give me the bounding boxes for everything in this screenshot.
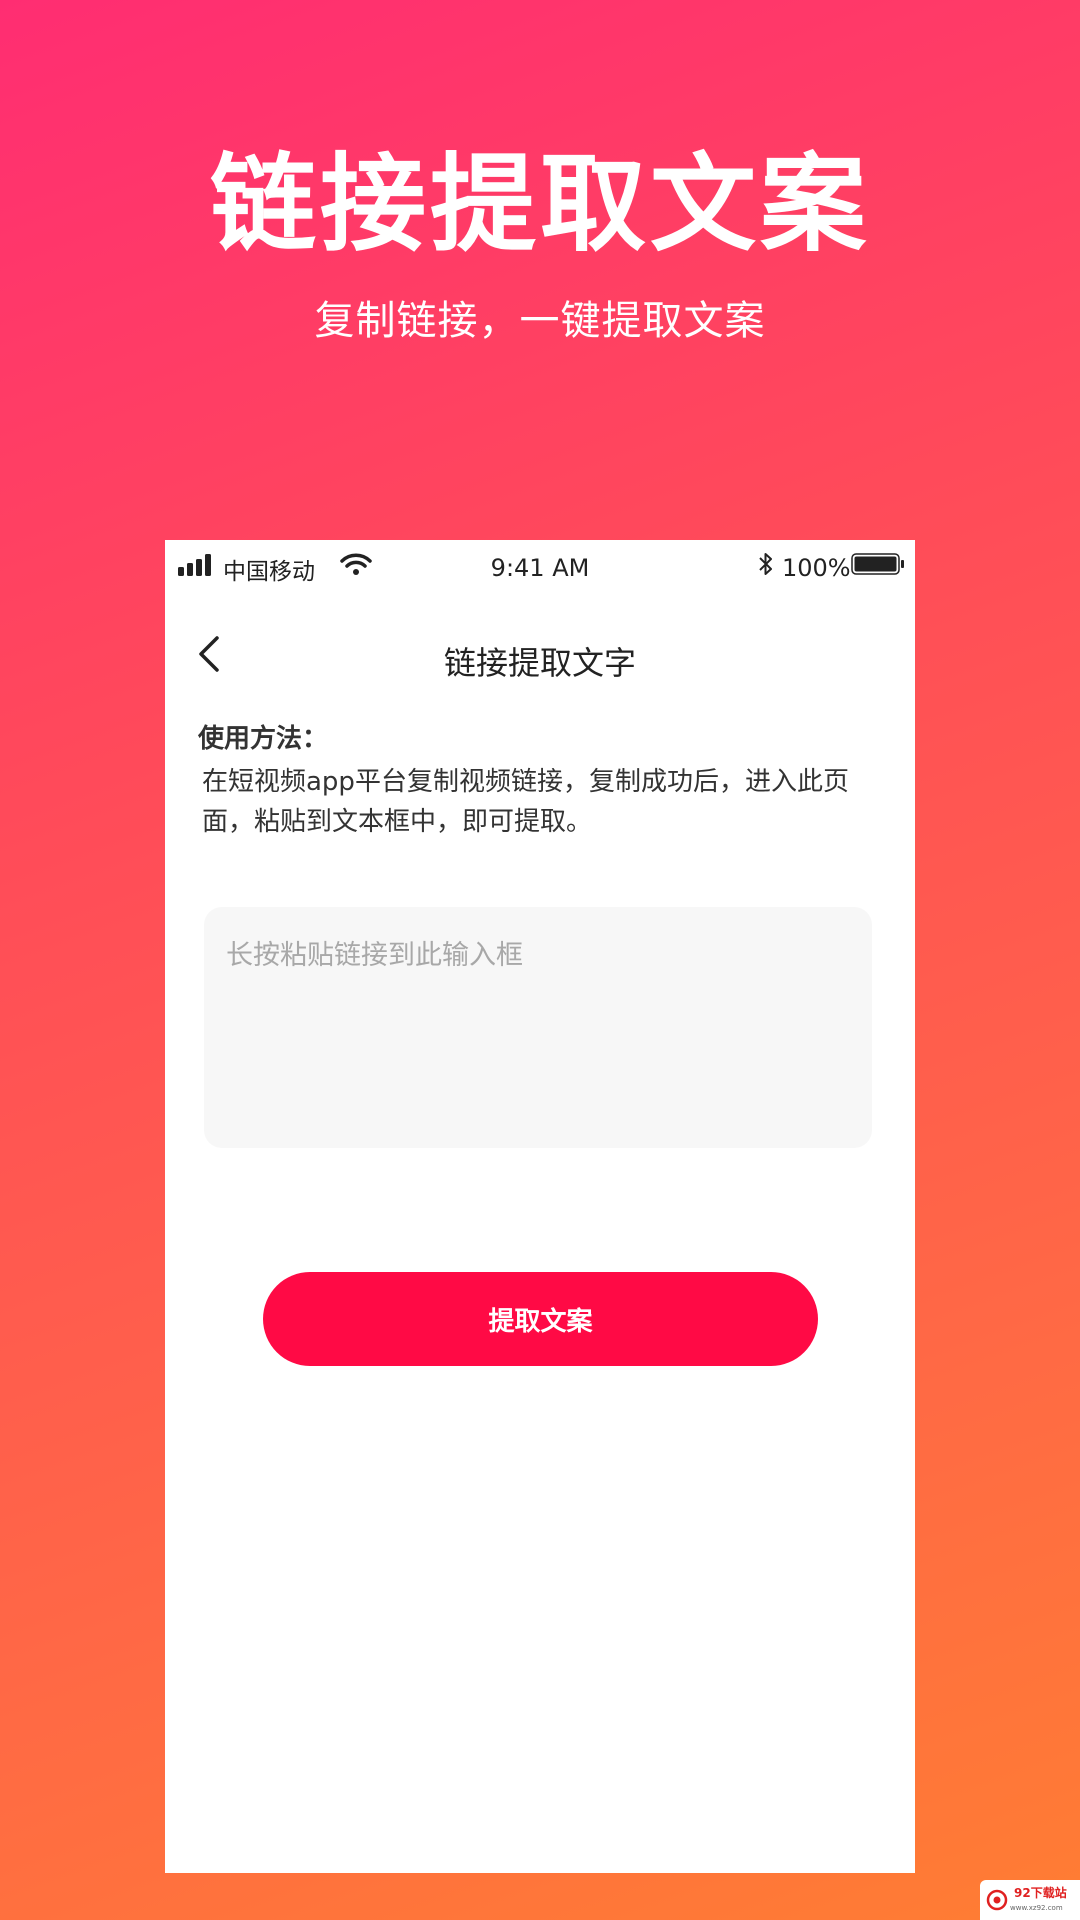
promo-subtitle: 复制链接，一键提取文案 — [314, 298, 766, 344]
page-title: 链接提取文字 — [443, 644, 636, 682]
battery-icon — [851, 553, 904, 575]
extract-button[interactable]: 提取文案 — [263, 1272, 818, 1366]
bluetooth-icon — [759, 553, 772, 575]
watermark-name: 92下载站 — [1014, 1886, 1067, 1900]
link-input[interactable] — [204, 907, 872, 1148]
instructions-label: 使用方法： — [198, 724, 329, 754]
promo-title: 链接提取文案 — [210, 143, 870, 266]
watermark-logo-icon — [986, 1889, 1008, 1911]
nav-bar: 链接提取文字 — [165, 600, 915, 700]
instructions-text: 在短视频app平台复制视频链接，复制成功后，进入此页面，粘贴到文本框中，即可提取… — [202, 767, 849, 837]
watermark: 92下载站 www.xz92.com — [980, 1880, 1080, 1920]
status-bar: 中国移动 9:41 AM 100% — [165, 540, 915, 600]
watermark-url: www.xz92.com — [1010, 1904, 1063, 1912]
battery-percentage: 100% — [782, 554, 851, 582]
phone-screen: 中国移动 9:41 AM 100% 链接提取文字 使用方法： 在短视频app平台… — [165, 540, 915, 1873]
